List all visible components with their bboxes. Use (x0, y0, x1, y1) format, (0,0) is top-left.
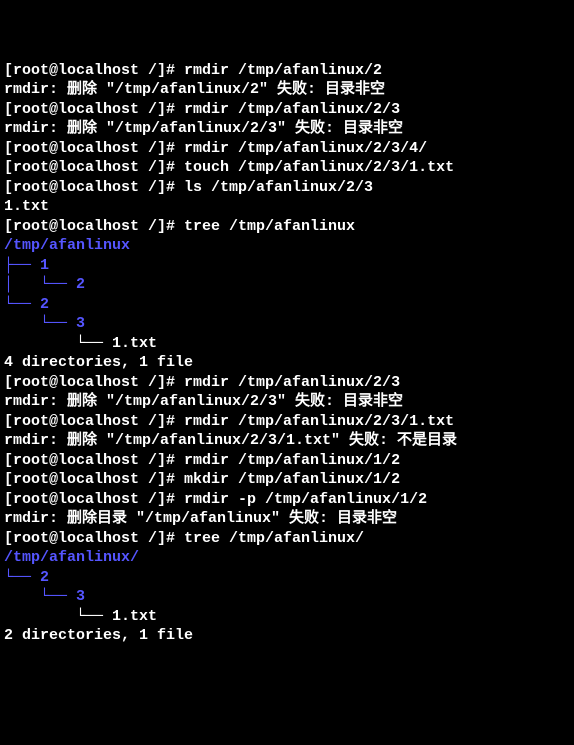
terminal-line: ├── 1 (4, 256, 570, 276)
terminal-line: rmdir: 删除 "/tmp/afanlinux/2/3/1.txt" 失败:… (4, 431, 570, 451)
terminal-line: [root@localhost /]# rmdir /tmp/afanlinux… (4, 100, 570, 120)
terminal-line: [root@localhost /]# mkdir /tmp/afanlinux… (4, 470, 570, 490)
terminal-line: [root@localhost /]# rmdir /tmp/afanlinux… (4, 61, 570, 81)
terminal-line: 1.txt (4, 197, 570, 217)
terminal-line: /tmp/afanlinux (4, 236, 570, 256)
terminal-output[interactable]: [root@localhost /]# rmdir /tmp/afanlinux… (4, 61, 570, 646)
terminal-line: [root@localhost /]# rmdir /tmp/afanlinux… (4, 373, 570, 393)
terminal-line: └── 1.txt (4, 607, 570, 627)
terminal-line: [root@localhost /]# tree /tmp/afanlinux (4, 217, 570, 237)
terminal-line: 2 directories, 1 file (4, 626, 570, 646)
terminal-line: [root@localhost /]# rmdir /tmp/afanlinux… (4, 139, 570, 159)
terminal-line: [root@localhost /]# rmdir /tmp/afanlinux… (4, 451, 570, 471)
terminal-line: └── 3 (4, 587, 570, 607)
terminal-line: rmdir: 删除 "/tmp/afanlinux/2/3" 失败: 目录非空 (4, 392, 570, 412)
terminal-line: /tmp/afanlinux/ (4, 548, 570, 568)
terminal-line: [root@localhost /]# tree /tmp/afanlinux/ (4, 529, 570, 549)
terminal-line: └── 2 (4, 295, 570, 315)
terminal-line: [root@localhost /]# touch /tmp/afanlinux… (4, 158, 570, 178)
terminal-line: rmdir: 删除 "/tmp/afanlinux/2/3" 失败: 目录非空 (4, 119, 570, 139)
terminal-line: [root@localhost /]# ls /tmp/afanlinux/2/… (4, 178, 570, 198)
terminal-line: rmdir: 删除 "/tmp/afanlinux/2" 失败: 目录非空 (4, 80, 570, 100)
terminal-line: └── 2 (4, 568, 570, 588)
terminal-line: 4 directories, 1 file (4, 353, 570, 373)
terminal-line: [root@localhost /]# rmdir -p /tmp/afanli… (4, 490, 570, 510)
terminal-line: │ └── 2 (4, 275, 570, 295)
terminal-line: rmdir: 删除目录 "/tmp/afanlinux" 失败: 目录非空 (4, 509, 570, 529)
terminal-line: └── 1.txt (4, 334, 570, 354)
terminal-line: └── 3 (4, 314, 570, 334)
terminal-line: [root@localhost /]# rmdir /tmp/afanlinux… (4, 412, 570, 432)
